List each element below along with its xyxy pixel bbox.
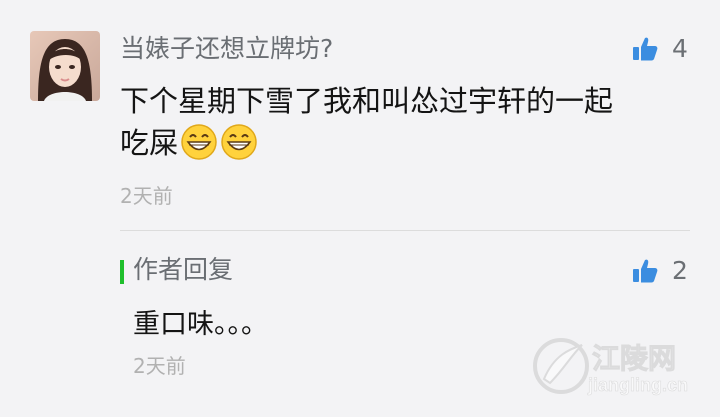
comment-text-line: 下个星期下雪了我和叫怂过宇轩的一起	[120, 84, 614, 118]
comment-text-line-2: 吃屎	[120, 122, 680, 172]
thumbs-up-icon	[632, 36, 658, 62]
comment-text: 下个星期下雪了我和叫怂过宇轩的一起 吃屎	[120, 80, 680, 172]
reply-like-count: 2	[672, 256, 688, 285]
grinning-face-emoji	[180, 123, 218, 172]
comment-timestamp: 2天前	[120, 184, 173, 208]
comment-item: 当婊子还想立牌坊? 4 下个星期下雪了我和叫怂过宇轩的一起 吃屎 2天前	[0, 0, 720, 232]
reply-timestamp: 2天前	[133, 354, 186, 378]
jiangling-logo-icon	[530, 335, 592, 401]
like-count: 4	[672, 34, 688, 63]
avatar[interactable]	[30, 31, 100, 101]
divider	[120, 230, 690, 231]
comment-username[interactable]: 当婊子还想立牌坊?	[120, 32, 333, 66]
comment-text-line-2-text: 吃屎	[120, 126, 179, 160]
author-reply-label: 作者回复	[133, 255, 234, 284]
grinning-face-emoji	[220, 123, 258, 172]
like-button[interactable]: 4	[632, 34, 688, 63]
reply-indicator-bar	[120, 260, 124, 284]
reply-like-button[interactable]: 2	[632, 256, 688, 285]
watermark-brand: 江陵网	[591, 343, 677, 375]
reply-text: 重口味。。。	[133, 309, 268, 340]
watermark-url: jiangling.cn	[588, 375, 689, 396]
thumbs-up-icon	[632, 258, 658, 284]
watermark: 江陵网 jiangling.cn	[526, 327, 706, 407]
